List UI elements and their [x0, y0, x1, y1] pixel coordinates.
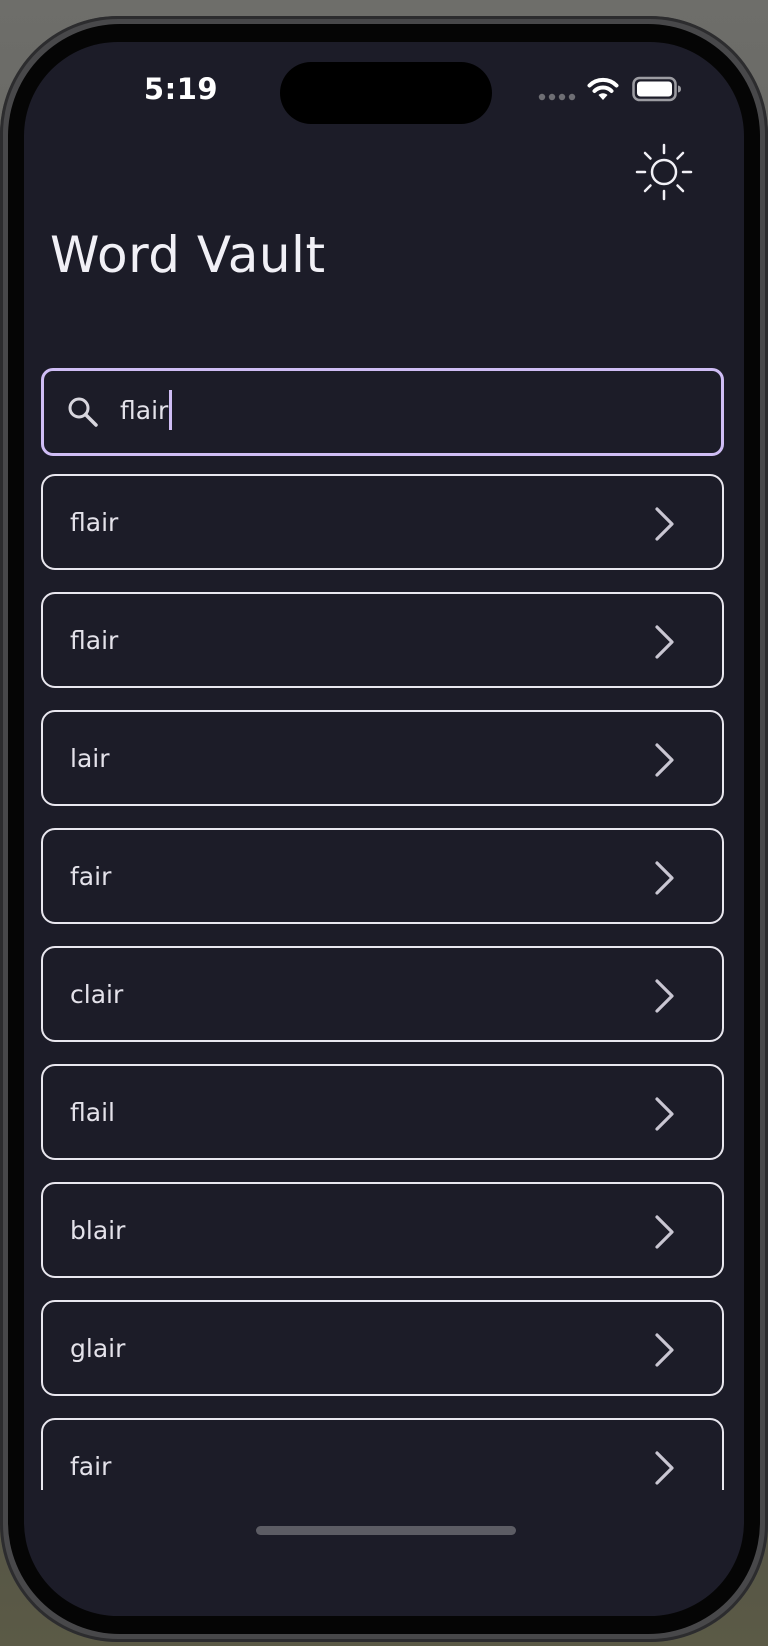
status-time: 5:19 [143, 72, 219, 106]
result-item[interactable]: clair [41, 946, 724, 1042]
chevron-right-icon [655, 979, 674, 1013]
search-value-text: flair [120, 396, 169, 425]
result-item[interactable]: glair [41, 1300, 724, 1396]
result-item[interactable]: flair [41, 474, 724, 570]
chevron-right-icon [655, 1451, 674, 1485]
wifi-icon [587, 77, 619, 100]
result-item[interactable]: blair [41, 1182, 724, 1278]
results-list[interactable]: flair flair lair fair clair flail blair glair fa… [41, 474, 724, 1490]
page-title: Word Vault [50, 226, 326, 284]
result-item[interactable]: fair [41, 828, 724, 924]
search-icon [68, 397, 98, 427]
chevron-right-icon [655, 861, 674, 895]
result-item[interactable]: flail [41, 1064, 724, 1160]
battery-icon [632, 76, 681, 102]
result-item[interactable]: lair [41, 710, 724, 806]
chevron-right-icon [655, 743, 674, 777]
result-item[interactable]: fair [41, 1418, 724, 1490]
result-word: blair [70, 1215, 126, 1245]
app-screen: 5:19 Word Vault flair flair flair lair f… [24, 42, 744, 1616]
chevron-right-icon [655, 1097, 674, 1131]
chevron-right-icon [655, 1333, 674, 1367]
sun-icon [635, 143, 693, 201]
result-item[interactable]: flair [41, 592, 724, 688]
chevron-right-icon [655, 1215, 674, 1249]
result-word: flair [70, 625, 119, 655]
text-caret [169, 390, 173, 430]
home-indicator[interactable] [256, 1526, 516, 1535]
signal-dots-icon [538, 93, 576, 101]
result-word: lair [70, 743, 110, 773]
result-word: fair [70, 861, 112, 891]
dynamic-island [280, 62, 492, 124]
result-word: clair [70, 979, 124, 1009]
search-input[interactable]: flair [41, 368, 724, 456]
result-word: flail [70, 1097, 115, 1127]
search-field-value[interactable]: flair [120, 390, 173, 432]
chevron-right-icon [655, 625, 674, 659]
chevron-right-icon [655, 507, 674, 541]
result-word: fair [70, 1451, 112, 1481]
result-word: flair [70, 507, 119, 537]
theme-toggle-button[interactable] [632, 140, 696, 204]
result-word: glair [70, 1333, 126, 1363]
